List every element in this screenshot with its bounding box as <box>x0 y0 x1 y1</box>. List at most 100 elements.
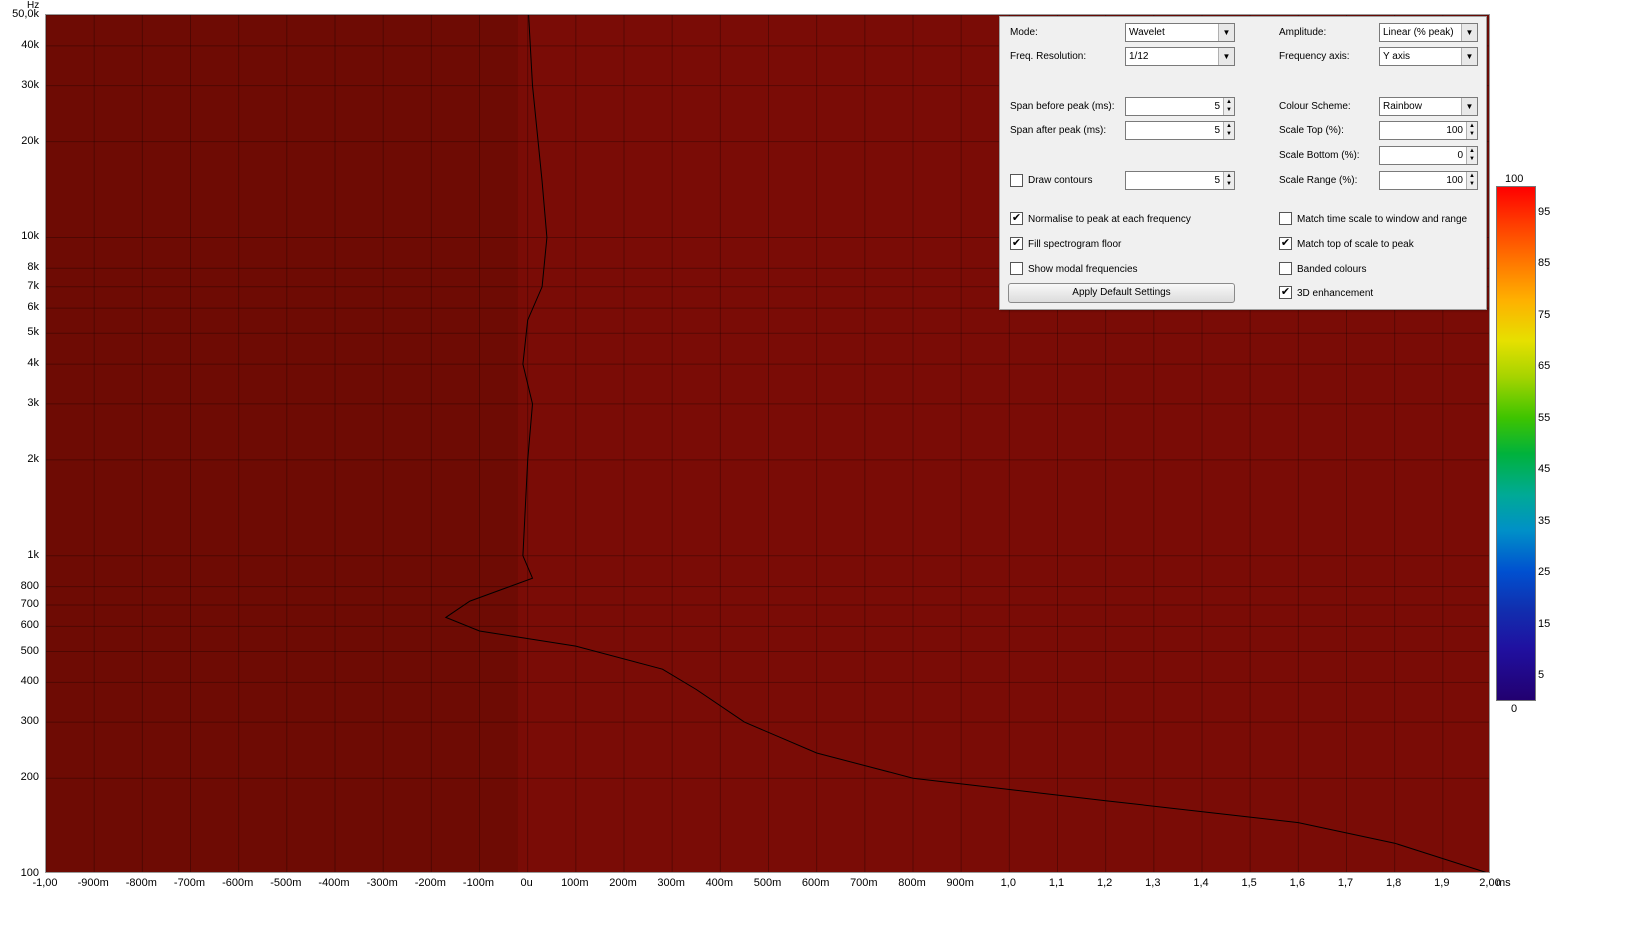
scale-range-label: Scale Range (%): <box>1279 175 1358 186</box>
x-tick-label: -1,00 <box>32 877 58 889</box>
y-tick-label: 40k <box>21 38 39 51</box>
amplitude-label: Amplitude: <box>1279 27 1327 38</box>
x-tick-label: -500m <box>270 877 302 889</box>
colour-scheme-label: Colour Scheme: <box>1279 101 1351 112</box>
match-time-checkbox[interactable] <box>1279 212 1292 225</box>
chevron-down-icon: ▼ <box>1218 48 1234 65</box>
colour-scale-tick-label: 55 <box>1538 411 1551 424</box>
spin-arrows-icon[interactable]: ▲ ▼ <box>1466 172 1477 189</box>
spectrogram-settings-panel: Mode: Wavelet ▼ Amplitude: Linear (% pea… <box>999 16 1487 310</box>
x-axis-unit: ms <box>1496 877 1511 889</box>
x-tick-label: 1,9 <box>1434 877 1450 889</box>
x-tick-label: 1,1 <box>1048 877 1065 889</box>
scale-bottom-label: Scale Bottom (%): <box>1279 150 1360 161</box>
mode-value: Wavelet <box>1129 27 1165 38</box>
colour-scale-tick-label: 25 <box>1538 566 1551 579</box>
x-tick-label: 1,6 <box>1289 877 1305 889</box>
x-tick-label: 1,2 <box>1097 877 1113 889</box>
span-before-input[interactable]: 5 ▲ ▼ <box>1125 97 1235 116</box>
chevron-down-icon: ▼ <box>1461 24 1477 41</box>
colour-scale-bottom-label: 0 <box>1511 703 1518 715</box>
pre-peak-shade <box>46 15 519 872</box>
x-tick-label: -900m <box>77 877 109 889</box>
span-after-input[interactable]: 5 ▲ ▼ <box>1125 121 1235 140</box>
x-tick-label: -300m <box>366 877 398 889</box>
modal-frequencies-label: Show modal frequencies <box>1028 264 1138 275</box>
match-top-checkbox[interactable]: ✔ <box>1279 237 1292 250</box>
span-before-label: Span before peak (ms): <box>1010 101 1115 112</box>
span-after-value: 5 <box>1214 125 1220 136</box>
scale-top-value: 100 <box>1446 125 1463 136</box>
spin-arrows-icon[interactable]: ▲ ▼ <box>1223 98 1234 115</box>
draw-contours-value: 5 <box>1214 175 1220 186</box>
y-tick-label: 600 <box>20 619 39 632</box>
scale-top-label: Scale Top (%): <box>1279 125 1344 136</box>
x-tick-label: -800m <box>125 877 157 889</box>
y-tick-label: 8k <box>27 261 39 274</box>
amplitude-select[interactable]: Linear (% peak) ▼ <box>1379 23 1478 42</box>
chevron-down-icon: ▼ <box>1218 24 1234 41</box>
freq-resolution-value: 1/12 <box>1129 51 1149 62</box>
y-tick-label: 300 <box>20 715 39 728</box>
chevron-down-icon: ▼ <box>1461 98 1477 115</box>
span-after-label: Span after peak (ms): <box>1010 125 1107 136</box>
colour-scale-tick-label: 35 <box>1538 514 1551 527</box>
y-tick-label: 30k <box>21 78 39 91</box>
x-tick-label: 200m <box>609 877 637 889</box>
x-tick-label: -600m <box>222 877 254 889</box>
x-tick-label: 1,8 <box>1386 877 1402 889</box>
x-tick-label: 1,3 <box>1145 877 1161 889</box>
draw-contours-checkbox[interactable] <box>1010 174 1023 187</box>
colour-scale-top-label: 100 <box>1505 173 1524 185</box>
x-tick-label: 100m <box>561 877 589 889</box>
y-tick-label: 800 <box>20 579 39 592</box>
colour-scale-tick-label: 75 <box>1538 308 1551 321</box>
y-tick-label: 6k <box>27 301 39 314</box>
colour-scale-tick-label: 95 <box>1538 205 1551 218</box>
spin-arrows-icon[interactable]: ▲ ▼ <box>1223 172 1234 189</box>
scale-range-input[interactable]: 100 ▲ ▼ <box>1379 171 1478 190</box>
y-tick-label: 5k <box>27 326 39 339</box>
span-before-value: 5 <box>1214 101 1220 112</box>
mode-label: Mode: <box>1010 27 1038 38</box>
spin-arrows-icon[interactable]: ▲ ▼ <box>1466 147 1477 164</box>
scale-bottom-input[interactable]: 0 ▲ ▼ <box>1379 146 1478 165</box>
draw-contours-input[interactable]: 5 ▲ ▼ <box>1125 171 1235 190</box>
colour-scheme-select[interactable]: Rainbow ▼ <box>1379 97 1478 116</box>
y-tick-label: 3k <box>27 396 39 409</box>
x-tick-label: -400m <box>318 877 350 889</box>
frequency-axis-value: Y axis <box>1383 51 1411 62</box>
apply-default-settings-button[interactable]: Apply Default Settings <box>1008 283 1235 303</box>
mode-select[interactable]: Wavelet ▼ <box>1125 23 1235 42</box>
colour-scale-bar <box>1496 186 1536 701</box>
y-tick-label: 1k <box>27 548 39 561</box>
spin-arrows-icon[interactable]: ▲ ▼ <box>1223 122 1234 139</box>
modal-frequencies-checkbox[interactable] <box>1010 262 1023 275</box>
enhancement-3d-checkbox[interactable]: ✔ <box>1279 286 1292 299</box>
x-tick-label: 1,4 <box>1193 877 1209 889</box>
normalise-label: Normalise to peak at each frequency <box>1028 214 1191 225</box>
x-tick-label: 1,5 <box>1241 877 1257 889</box>
x-tick-label: -100m <box>462 877 495 889</box>
match-top-label: Match top of scale to peak <box>1297 239 1414 250</box>
colour-scale-tick-label: 15 <box>1538 617 1551 630</box>
scale-top-input[interactable]: 100 ▲ ▼ <box>1379 121 1478 140</box>
amplitude-value: Linear (% peak) <box>1383 27 1454 38</box>
colour-scale-tick-label: 5 <box>1538 669 1545 682</box>
banded-colours-checkbox[interactable] <box>1279 262 1292 275</box>
x-tick-label: 300m <box>657 877 685 889</box>
colour-scale-tick-label: 45 <box>1538 463 1551 476</box>
colour-scale-tick-label: 65 <box>1538 360 1551 373</box>
y-tick-label: 700 <box>20 598 39 611</box>
y-tick-label: 2k <box>27 452 39 465</box>
scale-bottom-value: 0 <box>1457 150 1463 161</box>
draw-contours-label: Draw contours <box>1028 175 1093 186</box>
spin-arrows-icon[interactable]: ▲ ▼ <box>1466 122 1477 139</box>
banded-colours-label: Banded colours <box>1297 264 1367 275</box>
frequency-axis-label: Frequency axis: <box>1279 51 1350 62</box>
frequency-axis-select[interactable]: Y axis ▼ <box>1379 47 1478 66</box>
normalise-checkbox[interactable]: ✔ <box>1010 212 1023 225</box>
fill-floor-checkbox[interactable]: ✔ <box>1010 237 1023 250</box>
x-tick-label: 700m <box>850 877 878 889</box>
freq-resolution-select[interactable]: 1/12 ▼ <box>1125 47 1235 66</box>
